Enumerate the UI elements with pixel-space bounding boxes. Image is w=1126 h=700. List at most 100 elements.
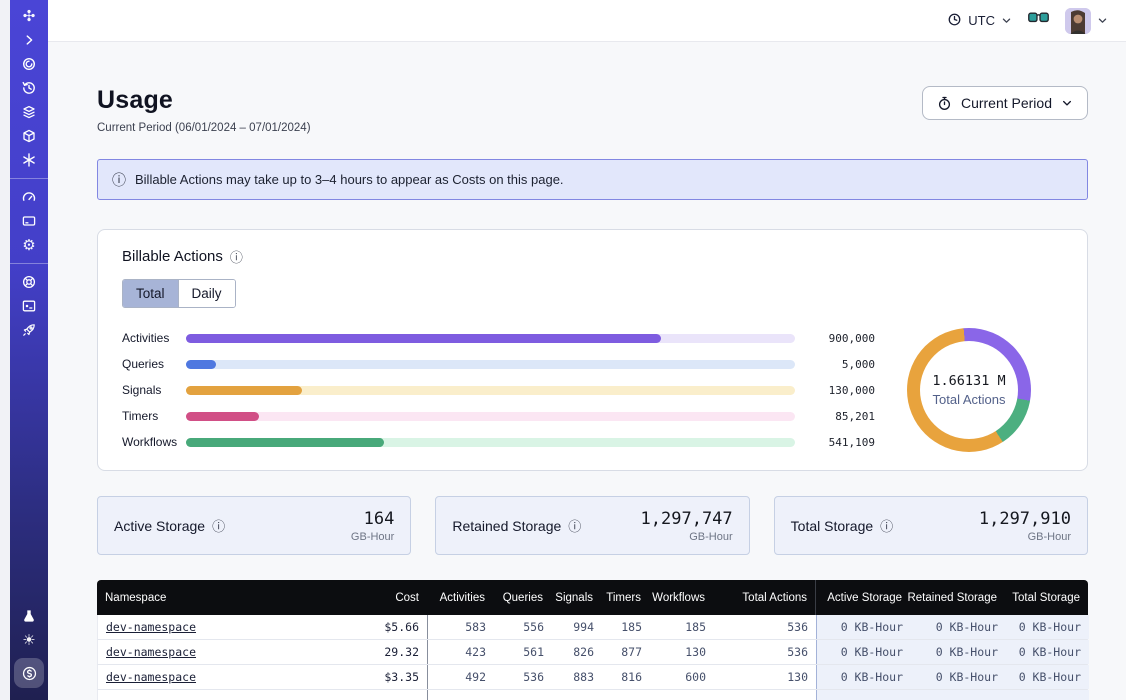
col-total-storage: Total Storage <box>1005 580 1088 615</box>
page-subtitle: Current Period (06/01/2024 – 07/01/2024) <box>97 122 311 134</box>
bar-value: 900,000 <box>795 332 875 345</box>
namespace-link-cell[interactable]: dev-namespace <box>98 665 328 689</box>
total-actions-cell: 130 <box>714 665 816 689</box>
timezone-selector[interactable]: UTC <box>947 12 1012 30</box>
current-period-label: Current Period <box>961 95 1052 111</box>
nexus-asterisk-icon[interactable] <box>10 148 48 172</box>
active-storage-card: Active Storage ⓘ 164 GB-Hour <box>97 496 411 555</box>
total-storage-cell: 0 KB-Hour <box>1006 615 1089 639</box>
table-row-partial <box>97 690 1088 700</box>
glasses-icon[interactable] <box>1028 11 1049 30</box>
settings-gear-icon[interactable]: ⚙ <box>10 233 48 257</box>
bar-fill <box>186 438 384 447</box>
sidebar-divider <box>10 263 48 264</box>
retained-storage-value: 1,297,747 <box>641 509 733 529</box>
bar-label: Workflows <box>122 435 186 449</box>
bar-value: 541,109 <box>795 436 875 449</box>
info-icon[interactable]: ⓘ <box>230 247 243 266</box>
queries-cell: 561 <box>494 640 552 664</box>
table-row: dev-namespace $5.66 583 556 994 185 185 … <box>97 615 1088 640</box>
total-storage-value: 1,297,910 <box>979 509 1071 529</box>
bar-track <box>186 438 795 447</box>
expand-sidebar-chevron-icon[interactable] <box>10 28 48 52</box>
getting-started-rocket-icon[interactable] <box>10 318 48 342</box>
donut-total-label: Total Actions <box>933 392 1006 407</box>
banner-text: Billable Actions may take up to 3–4 hour… <box>135 172 564 187</box>
namespace-link[interactable]: dev-namespace <box>106 620 196 634</box>
namespace-link[interactable]: dev-namespace <box>106 670 196 684</box>
tab-daily[interactable]: Daily <box>178 280 235 307</box>
col-retained-storage: Retained Storage <box>910 580 1005 615</box>
retained-storage-cell: 0 KB-Hour <box>911 640 1006 664</box>
col-workflows: Workflows <box>649 580 713 615</box>
labs-flask-icon[interactable] <box>10 604 48 628</box>
tab-total[interactable]: Total <box>123 280 178 307</box>
bar-fill <box>186 412 259 421</box>
total-actions-donut-chart: 1.66131 M Total Actions <box>875 328 1063 452</box>
sidebar: ✣ ⚙ ☀ <box>10 0 48 700</box>
page-title: Usage <box>97 86 311 115</box>
billable-actions-tabs: Total Daily <box>122 279 236 308</box>
main-content: Usage Current Period (06/01/2024 – 07/01… <box>48 42 1126 700</box>
queries-cell: 556 <box>494 615 552 639</box>
bar-track <box>186 334 795 343</box>
feedback-terminal-icon[interactable] <box>10 294 48 318</box>
bar-label: Activities <box>122 331 186 345</box>
retained-storage-cell: 0 KB-Hour <box>911 665 1006 689</box>
col-timers: Timers <box>601 580 649 615</box>
namespace-link[interactable]: dev-namespace <box>106 645 196 659</box>
info-icon[interactable]: ⓘ <box>880 516 893 535</box>
info-icon[interactable]: ⓘ <box>568 516 581 535</box>
col-cost: Cost <box>327 580 427 615</box>
timers-cell: 185 <box>602 615 650 639</box>
active-storage-unit: GB-Hour <box>351 531 394 543</box>
timers-cell: 816 <box>602 665 650 689</box>
workflows-cell: 185 <box>650 615 714 639</box>
chevron-down-icon <box>1001 15 1012 26</box>
support-lifebuoy-icon[interactable] <box>10 270 48 294</box>
namespace-link-cell[interactable]: dev-namespace <box>98 615 328 639</box>
table-row: dev-namespace $3.35 492 536 883 816 600 … <box>97 665 1088 690</box>
signals-cell: 826 <box>552 640 602 664</box>
active-storage-cell: 0 KB-Hour <box>816 615 911 639</box>
table-header: Namespace Cost Activities Queries Signal… <box>97 580 1088 615</box>
usage-costs-active-button[interactable] <box>14 658 44 688</box>
account-menu[interactable] <box>1065 8 1108 34</box>
layers-icon[interactable] <box>10 100 48 124</box>
cube-icon[interactable] <box>10 124 48 148</box>
active-storage-label: Active Storage <box>114 518 205 534</box>
usage-gauge-icon[interactable] <box>10 185 48 209</box>
current-period-dropdown[interactable]: Current Period <box>922 86 1088 120</box>
topbar: UTC <box>48 0 1126 42</box>
col-total-actions: Total Actions <box>713 580 815 615</box>
info-icon[interactable]: ⓘ <box>212 516 225 535</box>
signals-cell: 883 <box>552 665 602 689</box>
col-signals: Signals <box>551 580 601 615</box>
temporal-logo-icon: ✣ <box>10 4 48 28</box>
retained-storage-cell: 0 KB-Hour <box>911 615 1006 639</box>
retained-storage-unit: GB-Hour <box>641 531 733 543</box>
cost-cell: 29.32 <box>328 640 428 664</box>
donut-total-value: 1.66131 M <box>932 373 1005 389</box>
namespaces-icon[interactable] <box>10 52 48 76</box>
schedules-clock-icon[interactable] <box>10 76 48 100</box>
total-storage-unit: GB-Hour <box>979 531 1071 543</box>
chevron-down-icon <box>1097 15 1108 26</box>
donut-ring: 1.66131 M Total Actions <box>907 328 1031 452</box>
namespace-link-cell[interactable]: dev-namespace <box>98 640 328 664</box>
chevron-down-icon <box>1061 97 1073 109</box>
billable-actions-info-banner: ⓘ Billable Actions may take up to 3–4 ho… <box>97 159 1088 200</box>
theme-sun-icon[interactable]: ☀ <box>10 628 48 652</box>
bar-value: 5,000 <box>795 358 875 371</box>
total-actions-cell: 536 <box>714 640 816 664</box>
bar-track <box>186 412 795 421</box>
total-actions-cell: 536 <box>714 615 816 639</box>
billable-actions-bar-chart: Activities 900,000 Queries 5,000 Signals… <box>122 330 875 451</box>
col-active-storage: Active Storage <box>815 580 910 615</box>
workflows-cell: 130 <box>650 640 714 664</box>
billing-card-icon[interactable] <box>10 209 48 233</box>
bar-value: 85,201 <box>795 410 875 423</box>
col-namespace: Namespace <box>97 580 327 615</box>
total-storage-cell: 0 KB-Hour <box>1006 640 1089 664</box>
timezone-label: UTC <box>968 13 995 28</box>
